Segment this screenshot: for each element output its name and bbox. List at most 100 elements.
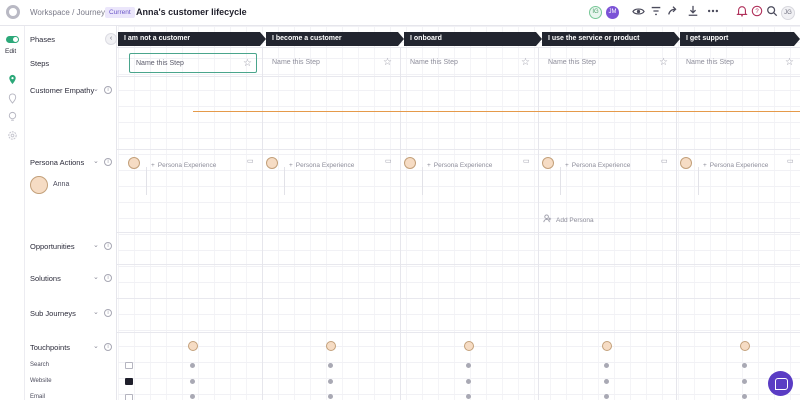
step-input[interactable]: Name this Step ☆ <box>680 53 798 73</box>
persona-avatar[interactable] <box>128 157 140 169</box>
chevron-down-icon[interactable]: ⌄ <box>93 308 99 316</box>
bell-icon[interactable] <box>735 5 749 19</box>
phase-4[interactable]: I use the service or product <box>542 32 680 46</box>
edit-label: Edit <box>5 48 17 55</box>
touchpoint-dot[interactable] <box>466 363 471 368</box>
location-icon[interactable] <box>7 91 18 104</box>
step-input[interactable]: Name this Step ☆ <box>542 53 672 73</box>
search-icon[interactable] <box>765 5 779 19</box>
support-chat-button[interactable] <box>768 371 793 396</box>
step-name[interactable]: Name this Step <box>410 59 458 66</box>
touchpoint-dot[interactable] <box>742 363 747 368</box>
collaborator-avatar[interactable]: JM <box>606 6 619 19</box>
touchpoint-dot[interactable] <box>190 394 195 399</box>
phase-1[interactable]: I am not a customer <box>118 32 266 46</box>
touchpoint-dot[interactable] <box>328 363 333 368</box>
pin-icon[interactable] <box>7 72 18 85</box>
step-name[interactable]: Name this Step <box>272 59 320 66</box>
eye-icon[interactable] <box>631 5 645 19</box>
app-logo-icon[interactable] <box>6 5 20 19</box>
more-icon[interactable] <box>706 5 720 19</box>
persona-name[interactable]: Anna <box>53 181 69 188</box>
step-input[interactable]: Name this Step ☆ <box>129 53 257 73</box>
bulb-icon[interactable] <box>7 109 18 121</box>
row-divider <box>25 332 800 333</box>
chevron-down-icon[interactable]: ⌄ <box>93 85 99 93</box>
star-icon[interactable]: ☆ <box>659 53 668 73</box>
touchpoint-dot[interactable] <box>328 379 333 384</box>
info-icon[interactable]: i <box>104 309 112 317</box>
step-name[interactable]: Name this Step <box>686 59 734 66</box>
journey-title[interactable]: Anna's customer lifecycle <box>136 7 247 17</box>
touchpoint-dot[interactable] <box>742 394 747 399</box>
chat-icon[interactable]: ▭ <box>787 157 794 165</box>
row-divider <box>25 149 800 150</box>
persona-avatar[interactable] <box>30 176 48 194</box>
chevron-down-icon[interactable]: ⌄ <box>93 273 99 281</box>
collapse-sidebar-button[interactable]: ‹ <box>105 33 117 45</box>
search-channel-icon <box>125 362 133 369</box>
touchpoint-dot[interactable] <box>604 379 609 384</box>
top-bar: Workspace / Journeys / Current Anna's cu… <box>0 0 800 26</box>
collaborator-avatar[interactable]: IG <box>589 6 602 19</box>
touchpoint-dot[interactable] <box>190 363 195 368</box>
share-icon[interactable] <box>666 5 680 19</box>
touchpoint-dot[interactable] <box>466 394 471 399</box>
info-icon[interactable]: i <box>104 158 112 166</box>
star-icon[interactable]: ☆ <box>785 53 794 73</box>
settings-icon[interactable] <box>7 128 18 140</box>
add-persona-button[interactable]: Add Persona <box>543 214 594 224</box>
download-icon[interactable] <box>686 5 700 19</box>
persona-experience[interactable]: + Persona Experience <box>151 162 216 169</box>
user-avatar[interactable]: JG <box>781 6 795 20</box>
touchpoint-avatar[interactable] <box>188 341 198 351</box>
step-name[interactable]: Name this Step <box>548 59 596 66</box>
chat-icon[interactable]: ▭ <box>247 157 254 165</box>
touchpoint-dot[interactable] <box>604 363 609 368</box>
star-icon[interactable]: ☆ <box>243 54 252 74</box>
persona-avatar[interactable] <box>404 157 416 169</box>
touchpoint-avatar[interactable] <box>740 341 750 351</box>
phase-2[interactable]: I become a customer <box>266 32 404 46</box>
touchpoint-dot[interactable] <box>604 394 609 399</box>
touchpoint-dot[interactable] <box>328 394 333 399</box>
touchpoint-avatar[interactable] <box>464 341 474 351</box>
info-icon[interactable]: i <box>104 274 112 282</box>
step-name[interactable]: Name this Step <box>136 60 184 67</box>
persona-experience[interactable]: + Persona Experience <box>703 162 768 169</box>
touchpoint-dot[interactable] <box>742 379 747 384</box>
chat-icon[interactable]: ▭ <box>661 157 668 165</box>
edit-toggle[interactable] <box>6 36 19 43</box>
persona-avatar[interactable] <box>542 157 554 169</box>
phases-label: Phases <box>30 35 56 44</box>
info-icon[interactable]: i <box>104 343 112 351</box>
chat-icon[interactable]: ▭ <box>523 157 530 165</box>
star-icon[interactable]: ☆ <box>521 53 530 73</box>
breadcrumb[interactable]: Workspace / Journeys / <box>30 8 113 17</box>
persona-avatar[interactable] <box>266 157 278 169</box>
touchpoint-avatar[interactable] <box>602 341 612 351</box>
filter-icon[interactable] <box>649 5 663 19</box>
persona-experience[interactable]: + Persona Experience <box>427 162 492 169</box>
help-icon[interactable]: ? <box>750 5 764 19</box>
step-input[interactable]: Name this Step ☆ <box>404 53 534 73</box>
touchpoint-dot[interactable] <box>190 379 195 384</box>
phase-3[interactable]: I onboard <box>404 32 542 46</box>
persona-experience[interactable]: + Persona Experience <box>565 162 630 169</box>
persona-experience[interactable]: + Persona Experience <box>289 162 354 169</box>
empathy-curve[interactable] <box>193 111 800 112</box>
step-input[interactable]: Name this Step ☆ <box>266 53 396 73</box>
website-channel-icon <box>125 378 133 385</box>
info-icon[interactable]: i <box>104 242 112 250</box>
chat-icon[interactable]: ▭ <box>385 157 392 165</box>
phase-5[interactable]: I get support <box>680 32 800 46</box>
info-icon[interactable]: i <box>104 86 112 94</box>
star-icon[interactable]: ☆ <box>383 53 392 73</box>
touchpoint-dot[interactable] <box>466 379 471 384</box>
chevron-down-icon[interactable]: ⌄ <box>93 342 99 350</box>
svg-text:?: ? <box>755 9 759 15</box>
persona-avatar[interactable] <box>680 157 692 169</box>
touchpoint-avatar[interactable] <box>326 341 336 351</box>
chevron-down-icon[interactable]: ⌄ <box>93 157 99 165</box>
chevron-down-icon[interactable]: ⌄ <box>93 241 99 249</box>
